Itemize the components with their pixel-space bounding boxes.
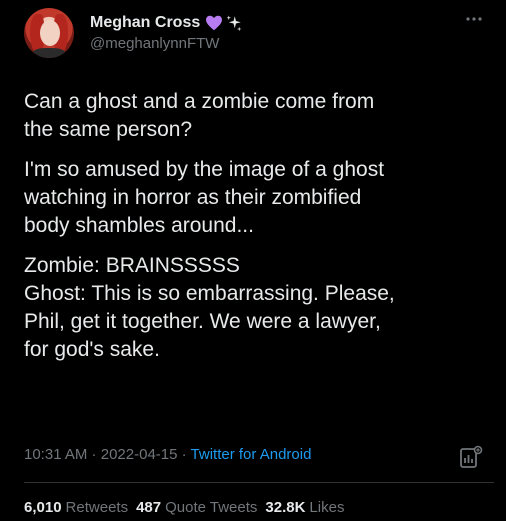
purple-heart-icon xyxy=(206,15,223,31)
tweet-source-link[interactable]: Twitter for Android xyxy=(191,446,312,463)
retweets-count: 6,010 xyxy=(24,499,62,516)
tweet-line: watching in horror as their zombified xyxy=(24,186,362,209)
avatar-shirt xyxy=(32,48,66,58)
tweet-time[interactable]: 10:31 AM xyxy=(24,446,87,463)
more-options-icon[interactable] xyxy=(463,8,485,30)
meta-separator: · xyxy=(177,446,191,463)
tweet-line: Phil, get it together. We were a lawyer, xyxy=(24,310,381,333)
tweet-line: Zombie: BRAINSSSSS xyxy=(24,254,240,277)
quote-tweets-label: Quote Tweets xyxy=(165,499,258,516)
likes-label: Likes xyxy=(309,499,345,516)
author-name-row: Meghan Cross xyxy=(90,12,243,34)
avatar-face xyxy=(40,20,60,46)
sparkles-icon xyxy=(226,15,242,32)
quote-tweets-count: 487 xyxy=(136,499,162,516)
tweet-paragraph-2: I'm so amused by the image of a ghost wa… xyxy=(24,156,494,240)
tweet-timestamp-row: 10:31 AM · 2022-04-15 · Twitter for Andr… xyxy=(24,446,311,463)
author-handle[interactable]: @meghanlynnFTW xyxy=(90,35,219,52)
tweet-paragraph-3: Zombie: BRAINSSSSS Ghost: This is so emb… xyxy=(24,252,494,364)
tweet-text: Can a ghost and a zombie come from the s… xyxy=(24,88,494,376)
quote-tweets-stat[interactable]: 487 Quote Tweets xyxy=(136,499,265,516)
tweet-line: Can a ghost and a zombie come from xyxy=(24,90,375,113)
tweet-date[interactable]: 2022-04-15 xyxy=(101,446,178,463)
retweets-stat[interactable]: 6,010 Retweets xyxy=(24,499,136,516)
tweet-paragraph-1: Can a ghost and a zombie come from the s… xyxy=(24,88,494,144)
author-display-name[interactable]: Meghan Cross xyxy=(90,14,200,32)
tweet-card: Meghan Cross @meghanlynnFTW Can a ghost … xyxy=(0,0,506,521)
tweet-line: the same person? xyxy=(24,118,193,141)
retweets-label: Retweets xyxy=(65,499,129,516)
likes-stat[interactable]: 32.8K Likes xyxy=(265,499,352,516)
likes-count: 32.8K xyxy=(265,499,306,516)
tweet-line: Ghost: This is so embarrassing. Please, xyxy=(24,282,395,305)
author-avatar[interactable] xyxy=(24,8,74,58)
stats-divider xyxy=(24,482,494,483)
tweet-line: for god's sake. xyxy=(24,338,160,361)
tweet-line: I'm so amused by the image of a ghost xyxy=(24,158,385,181)
tweet-line: body shambles around... xyxy=(24,214,254,237)
engagement-stats: 6,010 Retweets 487 Quote Tweets 32.8K Likes xyxy=(24,499,352,516)
meta-separator: · xyxy=(87,446,101,463)
analytics-icon[interactable] xyxy=(458,444,484,470)
